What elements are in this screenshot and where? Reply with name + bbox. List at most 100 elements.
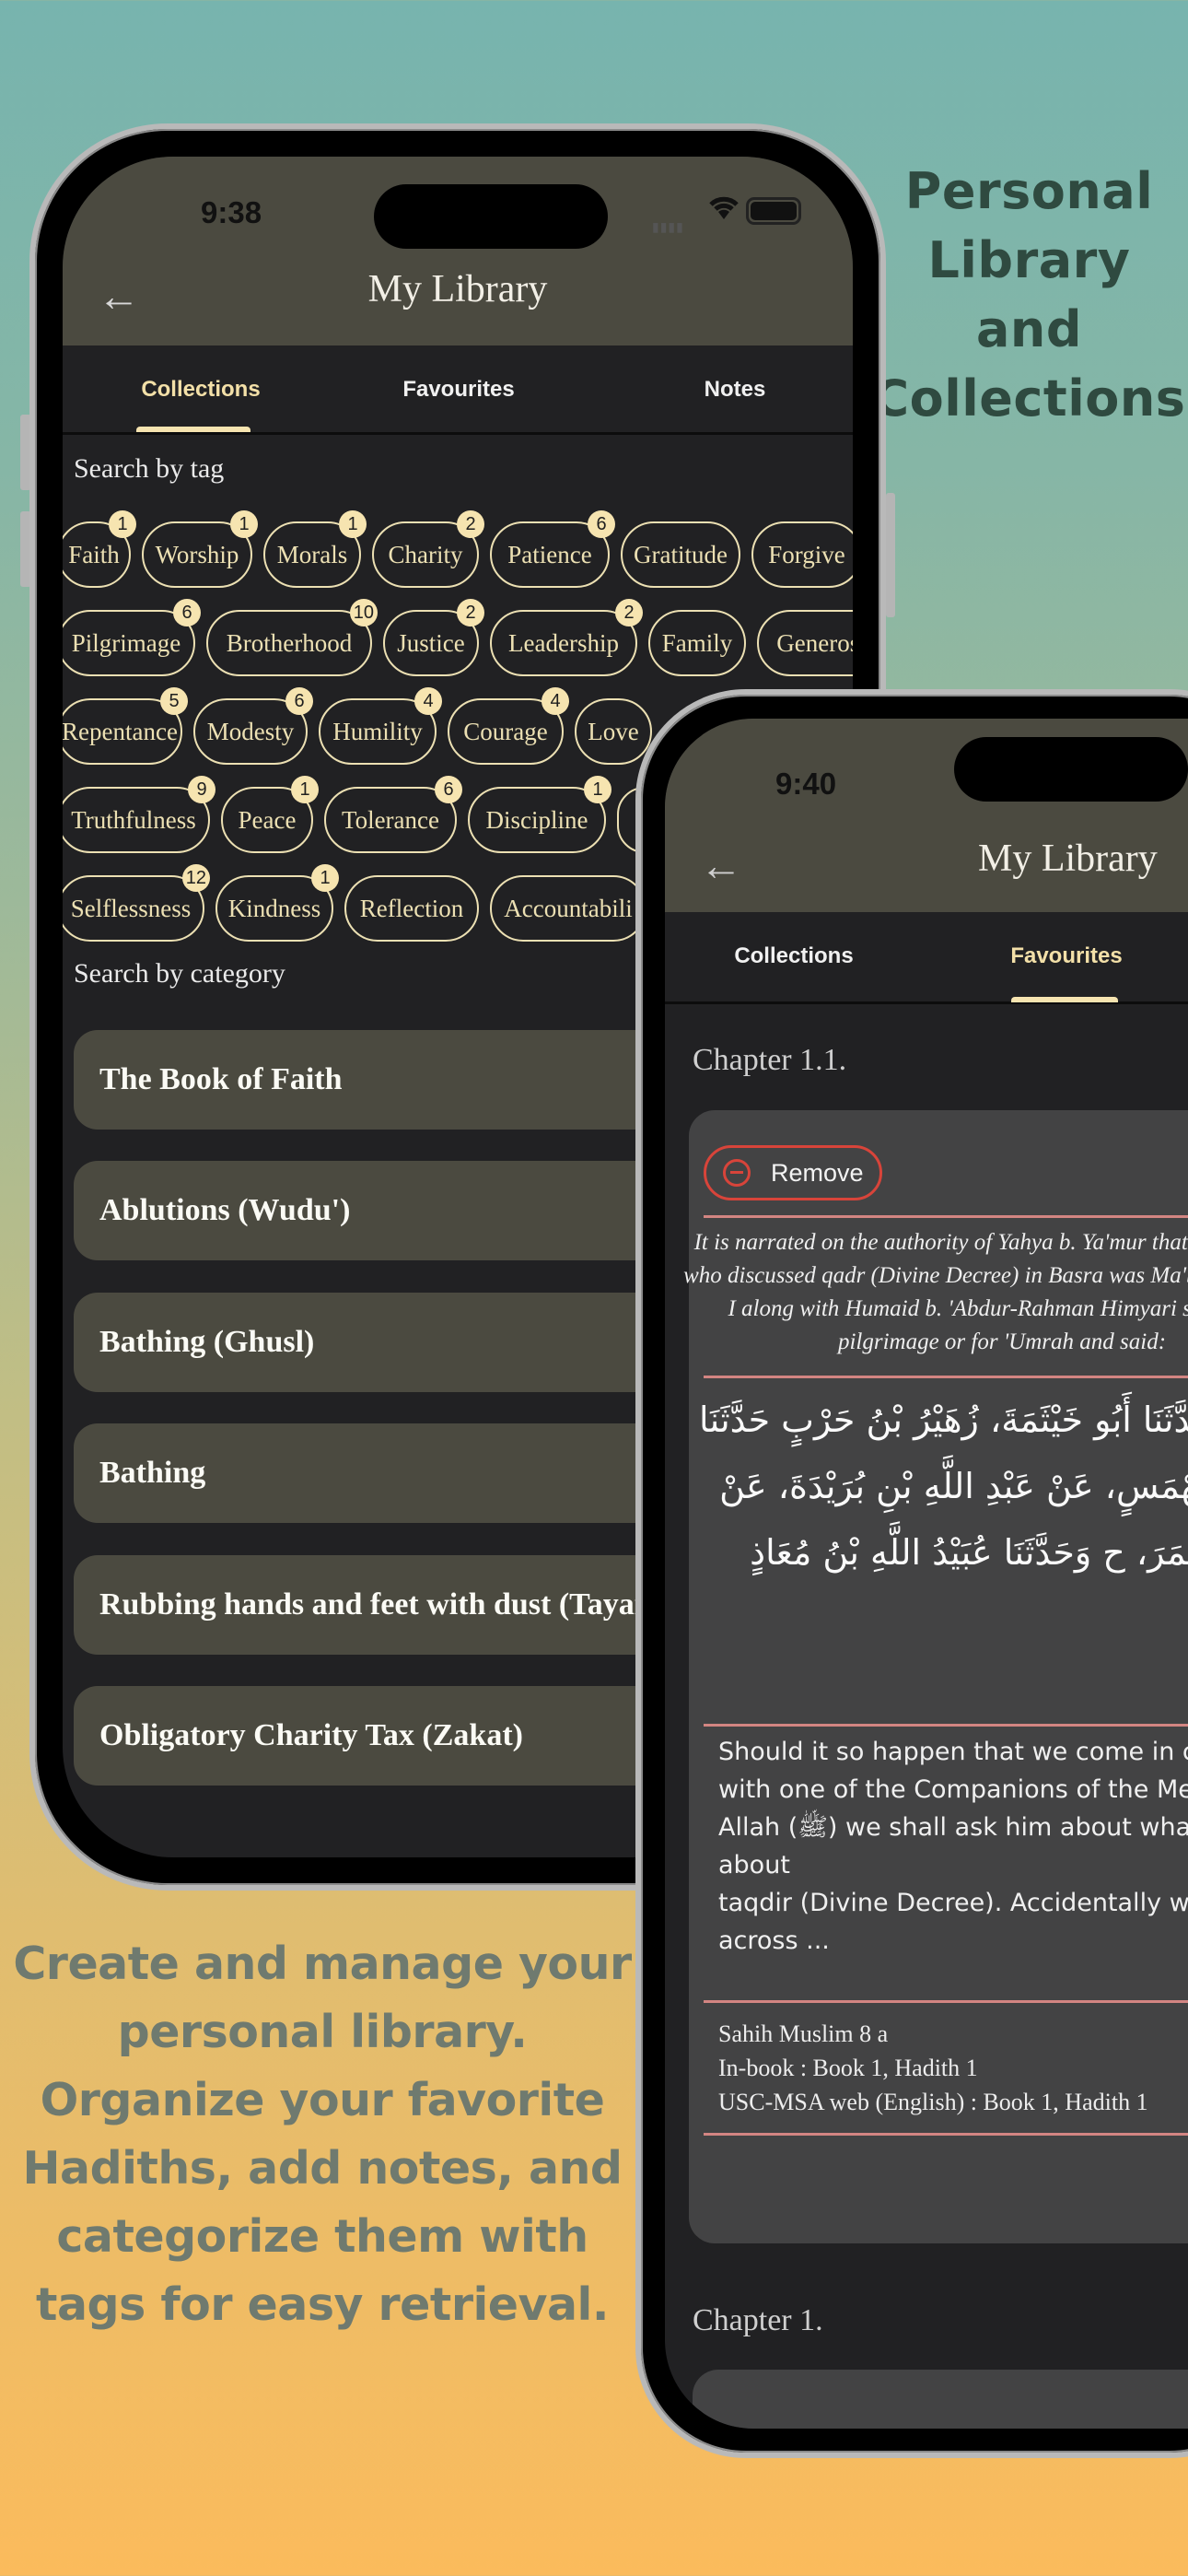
category-section-label: Search by category (74, 958, 285, 989)
tag-chip-label: Brotherhood (226, 628, 353, 657)
tag-chip[interactable]: Faith 1 (63, 510, 136, 588)
tag-chip-label: Tolerance (341, 805, 440, 834)
tag-count-badge: 6 (588, 510, 615, 538)
english-line: across ... (718, 1926, 830, 1955)
tag-chip-label: Discipline (485, 805, 588, 834)
tag-chip[interactable]: Gratitude (621, 521, 740, 588)
tag-chip-label: Selflessness (70, 894, 192, 922)
phone2-app-bar: 9:40 ← My Library (665, 719, 1188, 912)
tag-count-badge: 2 (457, 510, 484, 538)
tag-chip-label: Faith (68, 540, 120, 568)
tag-chip[interactable]: Repentance 5 (63, 687, 188, 765)
tag-chip[interactable]: Love (575, 698, 652, 765)
tag-chip[interactable]: Forgive (751, 521, 853, 588)
tag-chip-label: Love (588, 717, 639, 745)
tag-chip[interactable]: Discipline 1 (468, 776, 611, 853)
tag-chip[interactable]: Leadership 2 (490, 599, 643, 676)
tag-chip-label: Courage (463, 717, 548, 745)
tag-chip[interactable]: Accountabili (490, 875, 646, 942)
tag-chip-label: Gratitude (634, 540, 728, 568)
tag-chip-label: Repentance (63, 717, 178, 745)
favourite-hadith-card: Remove It is narrated on the authority o… (683, 1110, 1188, 2243)
tag-chip[interactable]: Selflessness 12 (63, 864, 210, 942)
tagline-line: Organize your favorite (40, 2074, 605, 2126)
reference-line: USC-MSA web (English) : Book 1, Hadith 1 (718, 2089, 1148, 2115)
tag-chip[interactable]: Courage 4 (448, 687, 569, 765)
arabic-line: حَدَّثَنَا أَبُو خَيْثَمَةَ، زُهَيْرُ بْ… (699, 1399, 1188, 1440)
tag-count-badge: 4 (414, 687, 442, 715)
tag-chip-label: Morals (276, 540, 348, 568)
tag-count-badge: 10 (349, 599, 378, 626)
tag-chip[interactable]: Worship 1 (142, 510, 258, 588)
divider (704, 1215, 1188, 1218)
tag-chip-label: Charity (388, 540, 463, 568)
tag-chip-label: Generosi (776, 628, 853, 657)
tag-chip[interactable]: Patience 6 (490, 510, 615, 588)
tag-chip-label: Family (661, 628, 733, 657)
tag-chip[interactable]: Reflection (344, 875, 479, 942)
tag-chip[interactable]: Brotherhood 10 (206, 599, 378, 676)
english-text: Should it so happen that we come in cont… (718, 1733, 1188, 1960)
tag-chip-label: Kindness (227, 894, 321, 922)
tag-count-badge: 1 (339, 510, 367, 538)
phone1-power-button (886, 493, 895, 617)
phone2-screen: 9:40 ← My Library Collections Favourites… (665, 719, 1188, 2429)
reference-line: Sahih Muslim 8 a (718, 2020, 889, 2047)
tag-chip[interactable]: Tolerance 6 (324, 776, 462, 853)
tagline-line: personal library. (117, 2006, 528, 2058)
tagline-line: Hadiths, add notes, and (22, 2142, 623, 2195)
arabic-line: كَهْمَسٍ، عَنْ عَبْدِ اللَّهِ بْنِ بُرَي… (719, 1466, 1188, 1506)
divider (704, 1724, 1188, 1727)
tag-count-badge: 6 (285, 687, 313, 715)
minus-circle-icon (723, 1159, 751, 1187)
tag-chip[interactable]: Truthfulness 9 (63, 776, 215, 853)
page-title: My Library (978, 837, 1158, 880)
tag-chip[interactable]: Morals 1 (263, 510, 367, 588)
tag-count-badge: 5 (160, 687, 188, 715)
tag-chip-label: Accountabili (504, 894, 633, 922)
english-line: with one of the Companions of the Messen… (718, 1775, 1188, 1804)
tag-count-badge: 12 (181, 864, 210, 892)
remove-button[interactable]: Remove (704, 1145, 882, 1200)
tag-chip[interactable]: Justice 2 (383, 599, 484, 676)
tag-count-badge: 4 (542, 687, 569, 715)
divider (704, 2000, 1188, 2003)
status-time: 9:40 (775, 767, 837, 801)
tag-chip[interactable]: Pilgrimage 6 (63, 599, 201, 676)
tab-collections[interactable]: Collections (702, 943, 886, 969)
tag-chip[interactable]: Family (648, 610, 746, 676)
tag-count-badge: 1 (584, 776, 611, 803)
arabic-line: يَعْمَرَ، ح وَحَدَّثَنَا عُبَيْدُ اللَّه… (750, 1532, 1188, 1573)
tag-chip-label: Forgive (768, 540, 845, 568)
tag-chip-label: Justice (397, 628, 465, 657)
tag-chip-label: Reflection (359, 894, 464, 922)
tag-chip[interactable]: Peace 1 (221, 776, 319, 853)
tag-chip-label: Patience (507, 540, 592, 568)
narrator-line: who discussed qadr (Divine Decree) in Ba… (683, 1263, 1188, 1288)
tag-chip[interactable]: Generosi (757, 610, 853, 676)
tag-chip[interactable]: Kindness 1 (215, 864, 339, 942)
tag-chip[interactable]: Charity 2 (372, 510, 484, 588)
tagline-line: Create and manage your (13, 1938, 632, 1990)
tag-chip-label: Leadership (508, 628, 619, 657)
tag-count-badge: 1 (291, 776, 319, 803)
promo-tagline: Create and manage your personal library.… (9, 1930, 635, 2339)
english-line: Should it so happen that we come in cont… (718, 1738, 1188, 1766)
tag-count-badge: 6 (435, 776, 462, 803)
headline-line: Personal (904, 162, 1154, 220)
tag-chip-label: Peace (238, 805, 297, 834)
english-line: about (718, 1851, 790, 1879)
phone2-tab-bar: Collections Favourites (665, 912, 1188, 1004)
tag-chip[interactable]: Modesty 6 (193, 687, 313, 765)
remove-button-label: Remove (771, 1158, 864, 1187)
tag-chip[interactable]: Humility 4 (319, 687, 442, 765)
tag-chip-label: Modesty (206, 717, 295, 745)
reference-line: In-book : Book 1, Hadith 1 (718, 2055, 978, 2081)
tagline-line: categorize them with (56, 2210, 588, 2263)
tag-chip-label: Worship (155, 540, 239, 568)
chapter-heading: Chapter 1. (693, 2303, 823, 2337)
tag-count-badge: 2 (457, 599, 484, 626)
narrator-line: pilgrimage or for 'Umrah and said: (837, 1329, 1167, 1354)
tab-favourites[interactable]: Favourites (974, 943, 1159, 969)
back-arrow-icon[interactable]: ← (700, 844, 742, 886)
